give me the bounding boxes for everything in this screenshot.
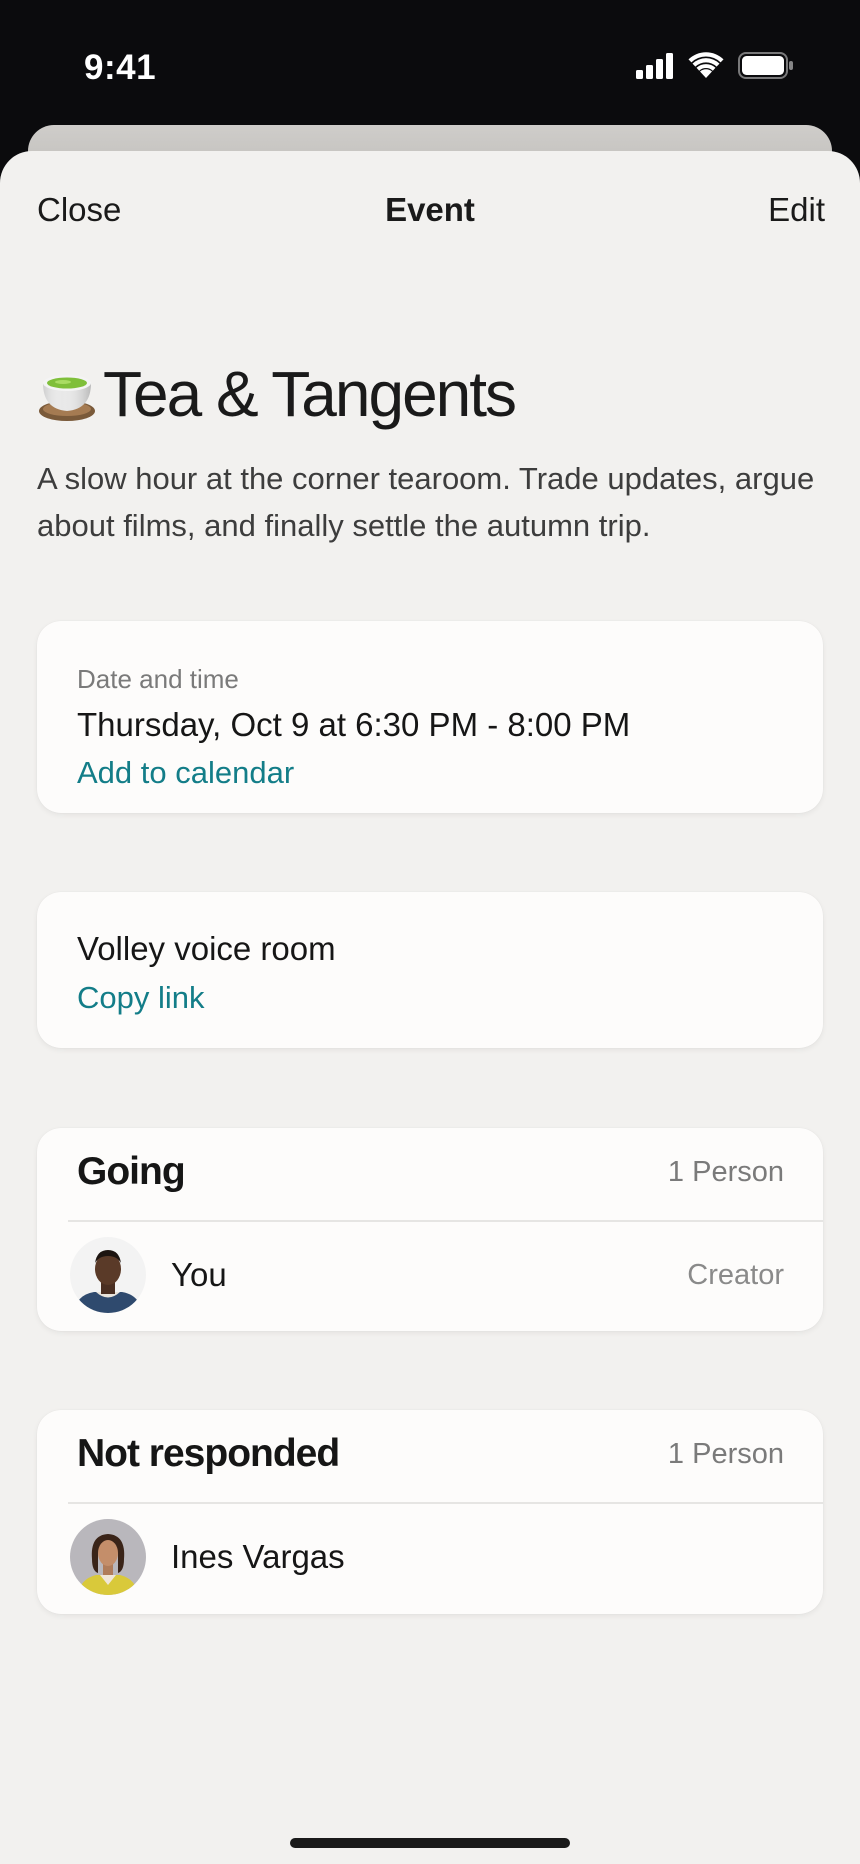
avatar [70,1519,146,1595]
attendee-name: You [171,1256,227,1293]
home-indicator[interactable] [290,1838,570,1848]
datetime-value: Thursday, Oct 9 at 6:30 PM - 8:00 PM [77,706,631,743]
status-icons [636,52,794,79]
attendee-row[interactable]: Ines Vargas [37,1504,823,1612]
not-responded-count: 1 Person [667,1438,784,1470]
status-bar: 9:41 [0,0,860,130]
datetime-label: Date and time [77,664,239,694]
going-heading: Going [77,1150,186,1193]
going-count: 1 Person [667,1156,784,1188]
nav-bar: Close Event Edit [0,151,860,271]
event-title: Tea & Tangents [37,357,517,431]
tea-cup-icon [37,361,97,428]
battery-icon [738,52,794,79]
not-responded-card: Not responded 1 Person Ines Vargas [37,1410,823,1614]
page-title: Event [385,191,475,228]
going-card: Going 1 Person You Creator [37,1128,823,1331]
not-responded-heading: Not responded [77,1432,340,1475]
cellular-signal-icon [636,52,674,79]
add-to-calendar-link[interactable]: Add to calendar [77,755,294,791]
attendee-name: Ines Vargas [171,1538,345,1575]
edit-button[interactable]: Edit [768,191,825,229]
status-time: 9:41 [84,48,157,87]
attendee-row[interactable]: You Creator [37,1222,823,1330]
copy-link-button[interactable]: Copy link [77,980,205,1016]
datetime-card: Date and time Thursday, Oct 9 at 6:30 PM… [37,621,823,813]
avatar [70,1237,146,1313]
attendee-role: Creator [687,1259,784,1291]
event-title-text: Tea & Tangents [103,358,517,430]
wifi-icon [688,52,724,79]
event-description: A slow hour at the corner tearoom. Trade… [37,461,815,543]
voice-room-card: Volley voice room Copy link [37,892,823,1048]
event-sheet: Close Event Edit Tea & Tangents A slow h… [0,151,860,1864]
voice-room-name: Volley voice room [77,930,336,967]
